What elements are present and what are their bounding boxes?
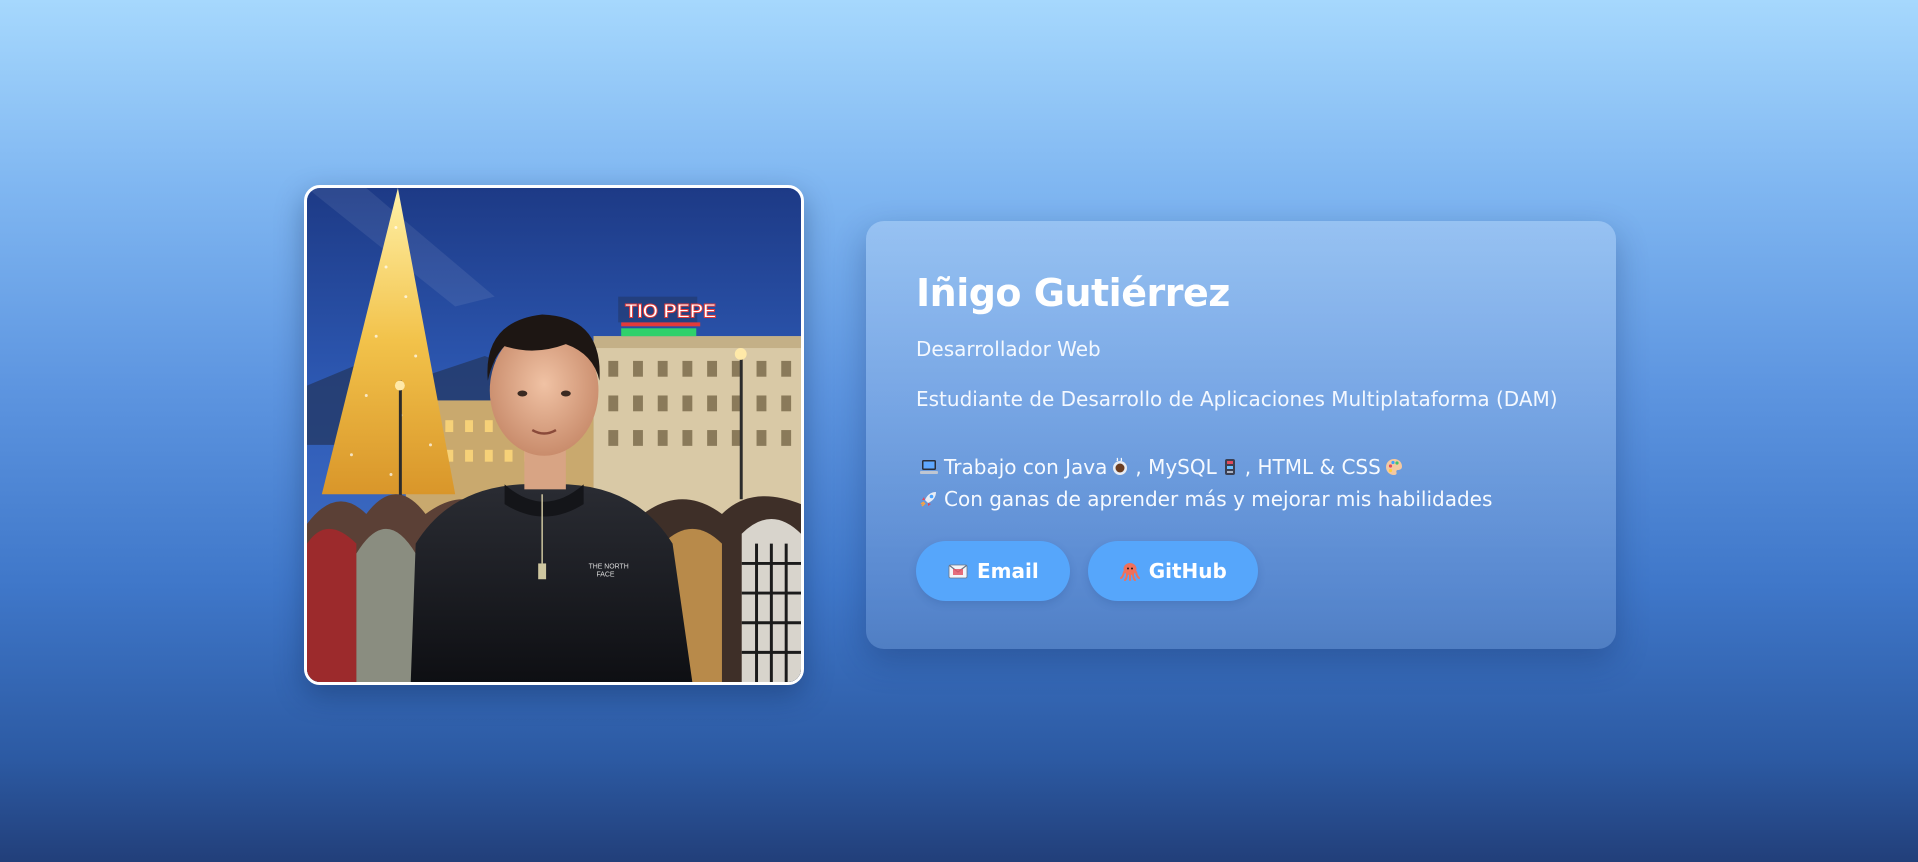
email-icon <box>947 560 969 582</box>
github-button-label: GitHub <box>1148 558 1227 583</box>
laptop-icon <box>918 456 940 478</box>
octopus-icon <box>1119 560 1141 582</box>
skills-line: Trabajo con Java , MySQL , HTML & CSS <box>916 451 1566 483</box>
motivation-line: Con ganas de aprender más y mejorar mis … <box>916 483 1566 515</box>
coffee-icon <box>1109 456 1131 478</box>
profile-photo: TIO PEPE THE NORTH FACE <box>304 185 804 685</box>
svg-text:THE NORTH: THE NORTH <box>589 563 629 570</box>
email-button-label: Email <box>977 558 1039 583</box>
rocket-icon <box>918 488 940 510</box>
svg-text:TIO PEPE: TIO PEPE <box>625 300 716 322</box>
email-button[interactable]: Email <box>916 540 1070 601</box>
profile-name: Iñigo Gutiérrez <box>916 271 1230 315</box>
skills-prefix: Trabajo con Java <box>944 454 1108 479</box>
skills-web: , HTML & CSS <box>1244 454 1381 479</box>
palette-icon <box>1383 456 1405 478</box>
profile-card: Iñigo Gutiérrez Desarrollador Web Estudi… <box>866 221 1616 649</box>
profile-role: Desarrollador Web <box>916 336 1101 361</box>
skills-mysql: , MySQL <box>1135 454 1217 479</box>
profile-photo-image: TIO PEPE THE NORTH FACE <box>307 188 801 682</box>
profile-bullets: Trabajo con Java , MySQL , HTML & CSS Co… <box>916 451 1566 515</box>
database-icon <box>1219 456 1241 478</box>
svg-text:FACE: FACE <box>596 571 614 578</box>
profile-study: Estudiante de Desarrollo de Aplicaciones… <box>916 386 1558 411</box>
github-button[interactable]: GitHub <box>1087 540 1258 601</box>
motivation-text: Con ganas de aprender más y mejorar mis … <box>944 486 1493 511</box>
action-buttons: Email GitHub <box>916 540 1566 601</box>
